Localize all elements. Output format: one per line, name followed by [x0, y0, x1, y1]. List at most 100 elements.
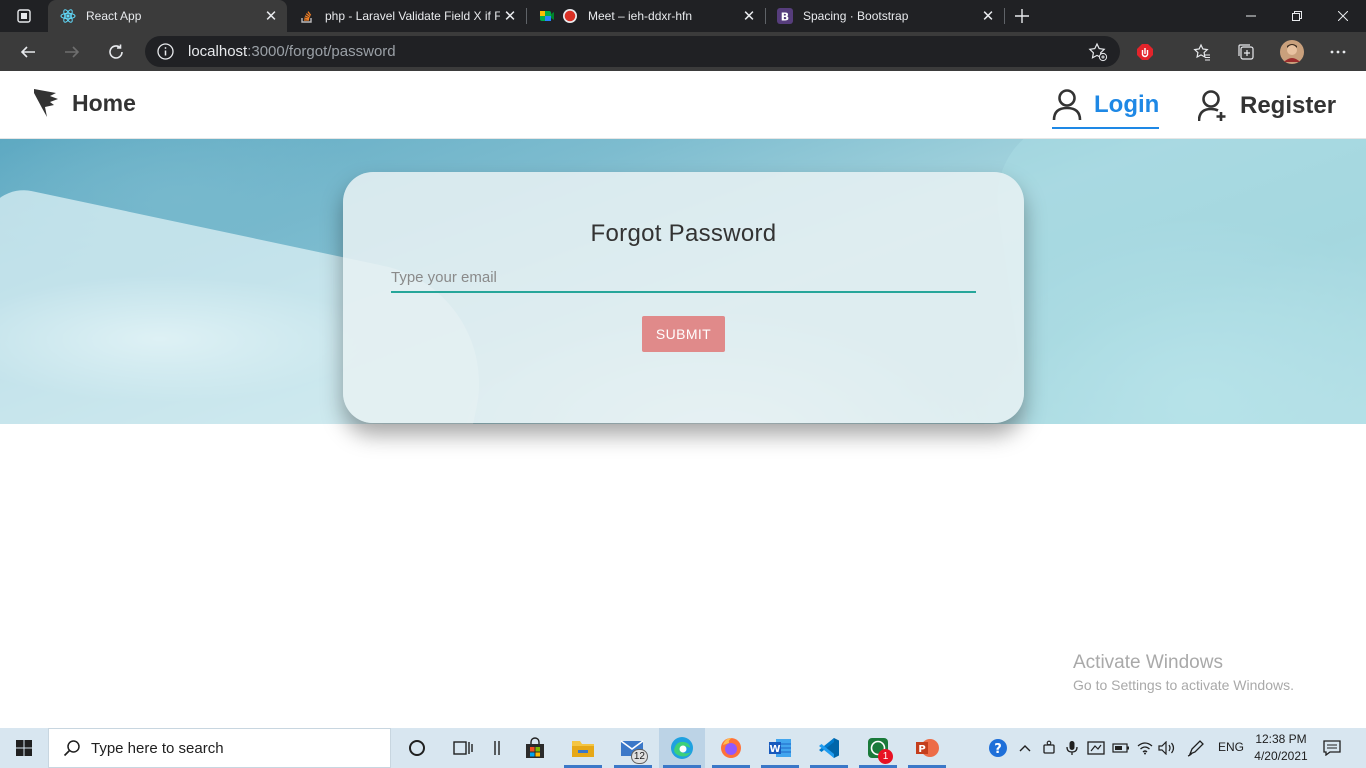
tab-title: React App: [86, 9, 142, 23]
watermark-subtitle: Go to Settings to activate Windows.: [1073, 677, 1294, 693]
stackoverflow-icon: [299, 8, 315, 24]
forward-button[interactable]: [56, 36, 88, 68]
wifi-icon[interactable]: [1134, 738, 1156, 758]
battery-icon[interactable]: [1110, 738, 1132, 758]
tab-react-app[interactable]: React App ✕: [48, 0, 287, 32]
nav-register[interactable]: Register: [1198, 83, 1336, 129]
back-button[interactable]: [12, 36, 44, 68]
form-title: Forgot Password: [590, 220, 777, 247]
cortana-icon: [409, 740, 425, 756]
start-button[interactable]: [0, 728, 48, 768]
cortana-button[interactable]: [394, 728, 440, 768]
profile-button[interactable]: [1276, 36, 1308, 68]
brand-label: Home: [72, 89, 136, 116]
extension-button[interactable]: [1129, 36, 1161, 68]
device-tray-icon[interactable]: [1085, 738, 1107, 758]
microphone-icon[interactable]: [1061, 738, 1083, 758]
bootstrap-icon: B: [777, 8, 793, 24]
browser-toolbar: localhost:3000/forgot/password: [0, 32, 1366, 71]
powerpoint-icon: P: [916, 739, 939, 757]
clock-time: 12:38 PM: [1255, 732, 1307, 746]
favorites-button[interactable]: [1186, 36, 1218, 68]
language-indicator[interactable]: ENG: [1218, 740, 1244, 754]
chevron-up-icon[interactable]: [1014, 738, 1036, 758]
taskbar-powerpoint[interactable]: P: [904, 728, 950, 768]
plus-icon: [1015, 9, 1029, 23]
svg-text:P: P: [918, 744, 925, 755]
refresh-button[interactable]: [100, 36, 132, 68]
restore-button[interactable]: [1274, 0, 1320, 32]
url-text: localhost:3000/forgot/password: [188, 43, 396, 60]
arrow-left-icon: [20, 46, 35, 58]
tab-actions-icon[interactable]: [8, 6, 40, 26]
collections-button[interactable]: [1230, 36, 1262, 68]
tab-title: php - Laravel Validate Field X if F: [325, 9, 500, 23]
whatsapp-badge: 1: [878, 749, 893, 764]
logo-icon: [34, 89, 58, 117]
home-link[interactable]: Home: [32, 85, 136, 121]
help-tray-icon[interactable]: ?: [987, 738, 1009, 758]
nav-login[interactable]: Login: [1052, 83, 1160, 129]
tab-meet[interactable]: Meet – ieh-ddxr-hfn ✕: [526, 0, 765, 32]
favorites-icon: [1193, 43, 1210, 61]
arrow-right-icon: [65, 46, 80, 58]
close-tab-icon[interactable]: ✕: [500, 6, 520, 26]
tab-stackoverflow[interactable]: php - Laravel Validate Field X if F ✕: [287, 0, 526, 32]
url-host: localhost: [188, 43, 248, 60]
svg-text:W: W: [769, 744, 780, 755]
adblock-icon: [1137, 44, 1153, 60]
activate-windows-watermark: Activate Windows Go to Settings to activ…: [1073, 652, 1294, 693]
volume-icon[interactable]: [1156, 738, 1178, 758]
app-navbar: Home Login Register: [0, 71, 1366, 139]
hero-ice-shape: [986, 139, 1366, 424]
taskbar-mail[interactable]: 12: [610, 728, 656, 768]
address-bar[interactable]: localhost:3000/forgot/password: [145, 36, 1120, 67]
taskbar-word[interactable]: W: [757, 728, 803, 768]
nav-register-label: Register: [1240, 92, 1337, 119]
info-icon[interactable]: [157, 43, 174, 60]
new-tab-button[interactable]: [1010, 4, 1034, 28]
url-path: :3000/forgot/password: [247, 43, 396, 60]
settings-menu-button[interactable]: [1322, 36, 1354, 68]
taskbar-vscode[interactable]: [806, 728, 852, 768]
close-tab-icon[interactable]: ✕: [978, 6, 998, 26]
minimize-icon: [1246, 15, 1256, 17]
meet-icon: [538, 8, 578, 24]
firefox-icon: [721, 738, 741, 758]
react-icon: [60, 8, 76, 24]
pen-icon[interactable]: [1185, 738, 1207, 758]
notification-icon: [1323, 740, 1341, 756]
taskbar-firefox[interactable]: [708, 728, 754, 768]
refresh-icon: [109, 44, 123, 59]
taskbar-file-explorer[interactable]: [560, 728, 606, 768]
clock[interactable]: 12:38 PM 4/20/2021: [1248, 731, 1314, 765]
add-favorite-icon[interactable]: [1088, 42, 1108, 62]
windows-icon: [16, 740, 32, 756]
search-icon: [63, 740, 80, 757]
collections-icon: [1238, 44, 1254, 60]
browser-tab-strip: React App ✕ php - Laravel Validate Field…: [0, 0, 1366, 32]
taskbar-edge[interactable]: [659, 728, 705, 768]
taskbar-search[interactable]: Type here to search: [48, 728, 391, 768]
user-icon: [1052, 89, 1082, 121]
user-plus-icon: [1198, 90, 1226, 122]
bars-icon: [494, 741, 500, 755]
clock-date: 4/20/2021: [1254, 749, 1308, 763]
email-field[interactable]: [391, 263, 976, 293]
close-window-button[interactable]: [1320, 0, 1366, 32]
minimize-button[interactable]: [1228, 0, 1274, 32]
taskbar-store[interactable]: [512, 728, 558, 768]
forgot-password-card: Forgot Password SUBMIT: [343, 172, 1024, 423]
close-icon: [1338, 11, 1348, 21]
vscode-icon: [819, 738, 839, 758]
notification-center-button[interactable]: [1320, 738, 1344, 758]
tab-bootstrap[interactable]: B Spacing · Bootstrap ✕: [765, 0, 1004, 32]
folder-icon: [572, 741, 594, 757]
submit-button[interactable]: SUBMIT: [642, 316, 725, 352]
taskbar-whatsapp[interactable]: 1: [855, 728, 901, 768]
meet-now-tray-icon[interactable]: [1038, 738, 1060, 758]
tab-separator: [1004, 8, 1005, 24]
close-tab-icon[interactable]: ✕: [261, 6, 281, 26]
close-tab-icon[interactable]: ✕: [739, 6, 759, 26]
task-view-icon: [453, 741, 473, 755]
